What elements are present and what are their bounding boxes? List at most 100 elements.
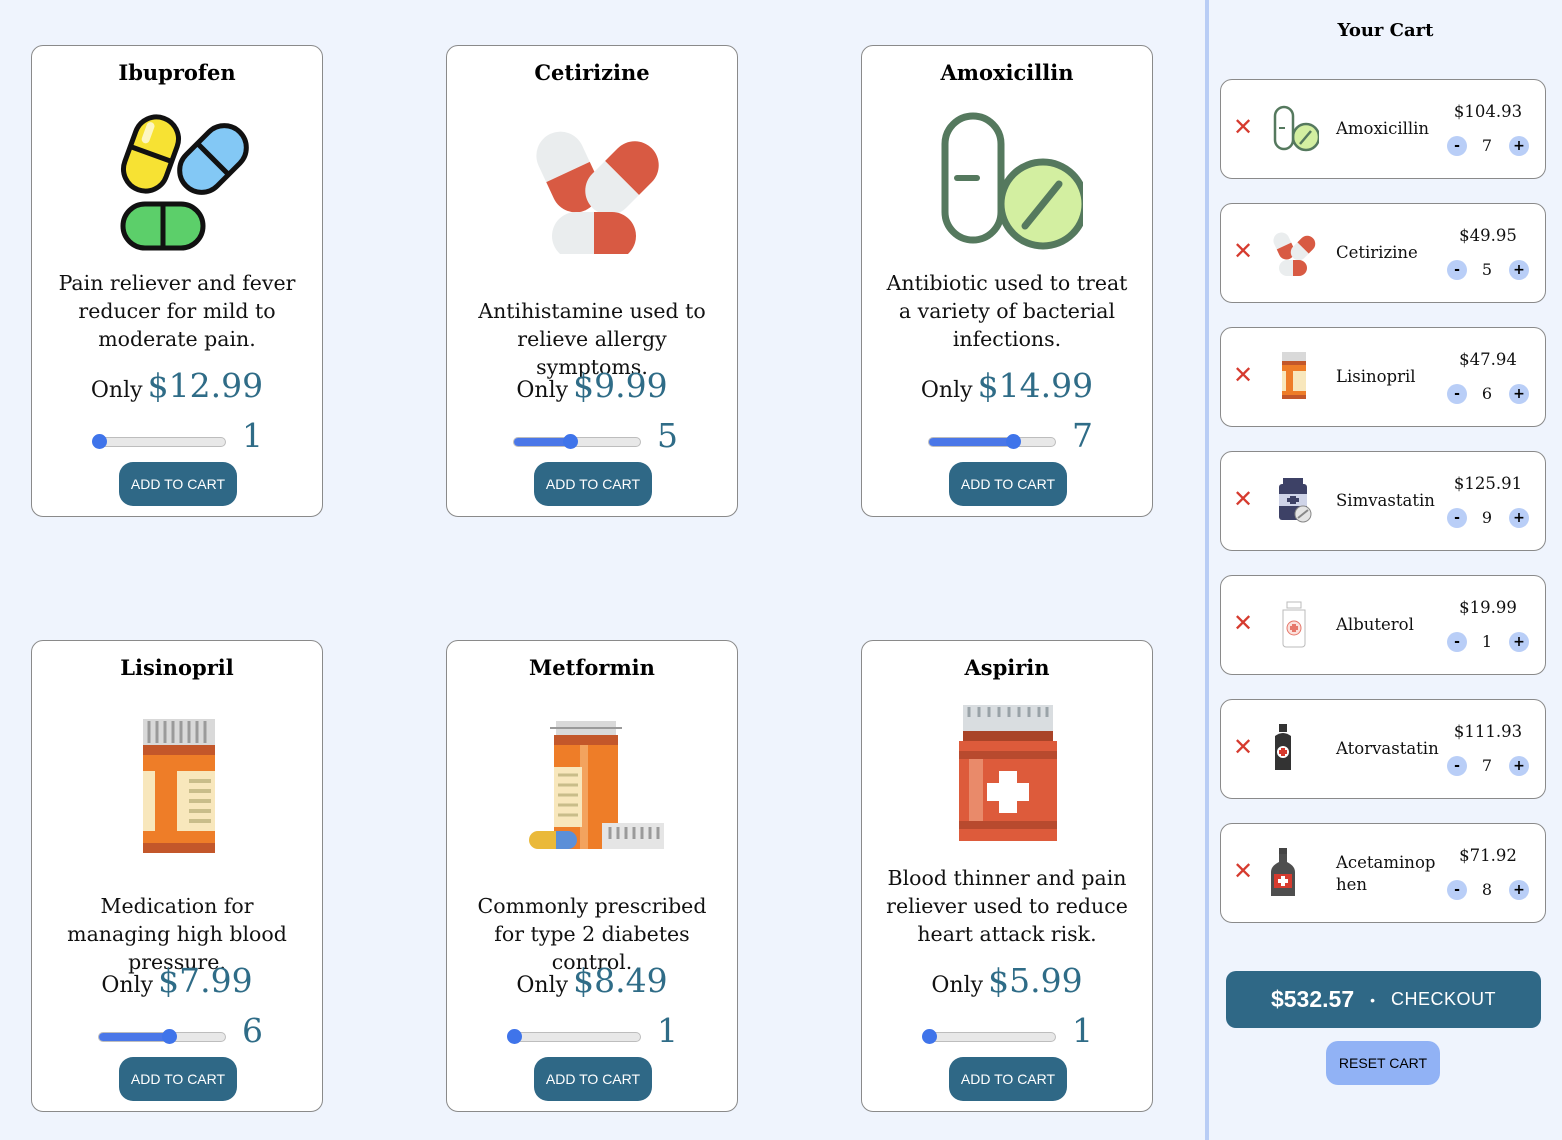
increase-quantity-button[interactable]: + <box>1509 756 1529 776</box>
pills-icon <box>103 104 253 254</box>
quantity-slider[interactable] <box>507 1029 641 1044</box>
product-card-metformin: Metformin Commonly prescribed for type 2… <box>446 640 738 1112</box>
slider-thumb[interactable] <box>92 434 107 449</box>
remove-icon[interactable]: ✕ <box>1233 363 1255 387</box>
capsule-tablet-icon <box>933 104 1083 254</box>
jar-tablet-icon <box>1269 476 1319 526</box>
pill-bottle-icon <box>1269 352 1319 402</box>
remove-icon[interactable]: ✕ <box>1233 859 1255 883</box>
cart-item-cetirizine: ✕ Cetirizine $49.95 - 5 + <box>1220 203 1546 303</box>
product-price: Only $8.49 <box>516 961 668 1000</box>
capsules-icon <box>518 104 668 254</box>
capsules-icon <box>1269 228 1319 278</box>
cart-item-quantity: 7 <box>1481 756 1493 775</box>
cart-item-name: Atorvastatin <box>1336 739 1439 758</box>
cart-item-quantity: 5 <box>1481 260 1493 279</box>
increase-quantity-button[interactable]: + <box>1509 508 1529 528</box>
quantity-slider[interactable] <box>922 1029 1056 1044</box>
checkout-button[interactable]: $532.57 • CHECKOUT <box>1226 971 1541 1028</box>
checkout-label: CHECKOUT <box>1391 989 1497 1009</box>
cart-item-name: Cetirizine <box>1336 243 1418 262</box>
quantity-value: 1 <box>1072 1011 1093 1050</box>
decrease-quantity-button[interactable]: - <box>1447 880 1467 900</box>
quantity-slider[interactable] <box>513 434 641 449</box>
cart-item-atorvastatin: ✕ Atorvastatin $111.93 - 7 + <box>1220 699 1546 799</box>
product-price: Only $9.99 <box>516 366 668 405</box>
product-description: Antibiotic used to treat a variety of ba… <box>886 271 1128 351</box>
product-card-aspirin: Aspirin Blood thinner and pain reliever … <box>861 640 1153 1112</box>
cart-item-name: Lisinopril <box>1336 367 1416 386</box>
product-price: Only $12.99 <box>90 366 264 405</box>
remove-icon[interactable]: ✕ <box>1233 487 1255 511</box>
quantity-value: 5 <box>657 416 678 455</box>
cart-item-name: Albuterol <box>1336 615 1414 634</box>
product-title: Metformin <box>529 655 655 680</box>
product-title: Cetirizine <box>534 60 650 85</box>
cart-item-quantity: 1 <box>1481 632 1493 651</box>
add-to-cart-button[interactable]: ADD TO CART <box>534 462 652 506</box>
product-card-amoxicillin: Amoxicillin Antibiotic used to treat a v… <box>861 45 1153 517</box>
remove-icon[interactable]: ✕ <box>1233 239 1255 263</box>
remove-icon[interactable]: ✕ <box>1233 735 1255 759</box>
product-title: Ibuprofen <box>118 60 236 85</box>
decrease-quantity-button[interactable]: - <box>1447 260 1467 280</box>
remove-icon[interactable]: ✕ <box>1233 115 1255 139</box>
cart-item-price: $104.93 <box>1453 102 1523 121</box>
increase-quantity-button[interactable]: + <box>1509 632 1529 652</box>
quantity-slider[interactable] <box>98 1029 226 1044</box>
add-to-cart-button[interactable]: ADD TO CART <box>119 1057 237 1101</box>
add-to-cart-button[interactable]: ADD TO CART <box>534 1057 652 1101</box>
decrease-quantity-button[interactable]: - <box>1447 632 1467 652</box>
decrease-quantity-button[interactable]: - <box>1447 384 1467 404</box>
slider-thumb[interactable] <box>1006 434 1021 449</box>
cart-item-albuterol: ✕ Albuterol $19.99 - 1 + <box>1220 575 1546 675</box>
increase-quantity-button[interactable]: + <box>1509 260 1529 280</box>
cart-item-simvastatin: ✕ Simvastatin $125.91 - 9 + <box>1220 451 1546 551</box>
cart-item-quantity: 6 <box>1481 384 1493 403</box>
decrease-quantity-button[interactable]: - <box>1447 508 1467 528</box>
cart-item-acetaminophen: ✕ Acetaminop hen $71.92 - 8 + <box>1220 823 1546 923</box>
increase-quantity-button[interactable]: + <box>1509 136 1529 156</box>
white-bottle-icon <box>1269 600 1319 650</box>
product-price: Only $14.99 <box>920 366 1094 405</box>
decrease-quantity-button[interactable]: - <box>1447 756 1467 776</box>
quantity-slider[interactable] <box>928 434 1056 449</box>
dark-bottle-icon <box>1269 724 1319 774</box>
bottle-capsule-icon <box>518 715 668 865</box>
slider-thumb[interactable] <box>922 1029 937 1044</box>
quantity-slider[interactable] <box>92 434 226 449</box>
product-catalog: Ibuprofen Pain reliever and fever reduce… <box>0 0 1205 1140</box>
slider-fill <box>929 438 1013 446</box>
slider-thumb[interactable] <box>507 1029 522 1044</box>
pill-bottle-icon <box>103 715 253 865</box>
product-card-lisinopril: Lisinopril Medication for managing high … <box>31 640 323 1112</box>
cart-item-quantity: 7 <box>1481 136 1493 155</box>
add-to-cart-button[interactable]: ADD TO CART <box>119 462 237 506</box>
capsule-tablet-icon <box>1269 104 1319 154</box>
separator-dot: • <box>1370 991 1376 1008</box>
cart-item-quantity: 9 <box>1481 508 1493 527</box>
product-card-cetirizine: Cetirizine Antihistamine used to relieve… <box>446 45 738 517</box>
cart-item-amoxicillin: ✕ Amoxicillin $104.93 - 7 + <box>1220 79 1546 179</box>
cart-title: Your Cart <box>1337 20 1434 41</box>
slider-fill <box>99 1033 169 1041</box>
cart-total: $532.57 <box>1270 986 1355 1012</box>
slider-thumb[interactable] <box>162 1029 177 1044</box>
quantity-value: 1 <box>657 1011 678 1050</box>
cart-item-name: Simvastatin <box>1336 491 1435 510</box>
cart-item-price: $71.92 <box>1459 846 1517 865</box>
increase-quantity-button[interactable]: + <box>1509 384 1529 404</box>
remove-icon[interactable]: ✕ <box>1233 611 1255 635</box>
product-price: Only $7.99 <box>101 961 253 1000</box>
product-title: Aspirin <box>964 655 1050 680</box>
slider-thumb[interactable] <box>563 434 578 449</box>
reset-cart-button[interactable]: RESET CART <box>1326 1041 1440 1085</box>
product-card-ibuprofen: Ibuprofen Pain reliever and fever reduce… <box>31 45 323 517</box>
cart-item-name: Acetaminop hen <box>1336 853 1436 894</box>
product-title: Amoxicillin <box>940 60 1074 85</box>
add-to-cart-button[interactable]: ADD TO CART <box>949 1057 1067 1101</box>
increase-quantity-button[interactable]: + <box>1509 880 1529 900</box>
slider-fill <box>514 438 570 446</box>
decrease-quantity-button[interactable]: - <box>1447 136 1467 156</box>
add-to-cart-button[interactable]: ADD TO CART <box>949 462 1067 506</box>
